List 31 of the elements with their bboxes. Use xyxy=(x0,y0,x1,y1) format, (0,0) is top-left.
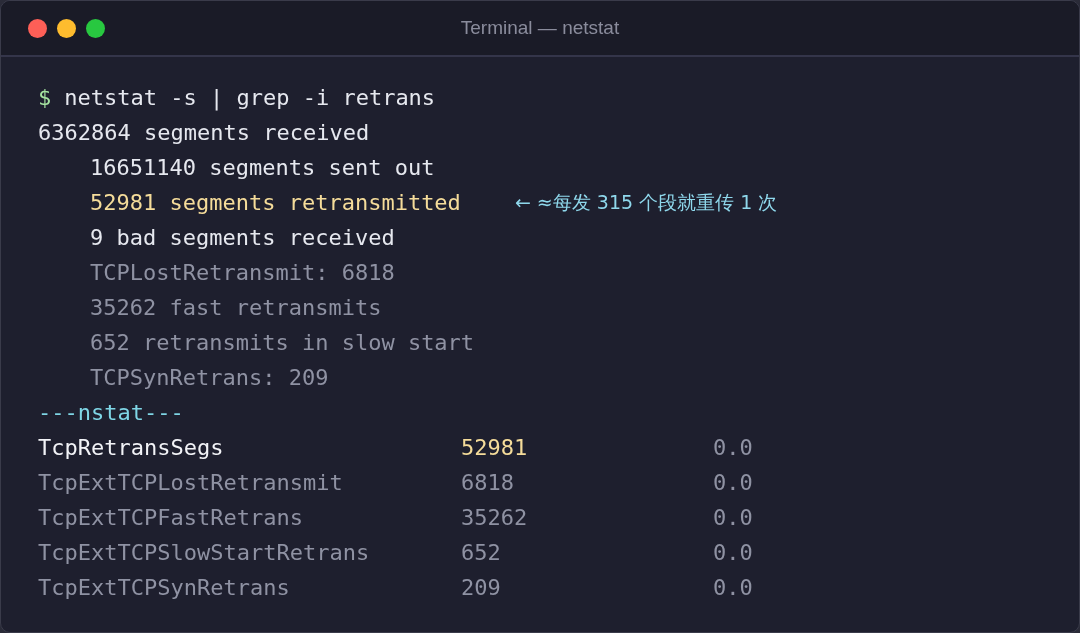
stat-rate: 0.0 xyxy=(713,504,753,532)
output-line: 9 bad segments received xyxy=(90,224,395,252)
zoom-button[interactable] xyxy=(86,18,105,38)
output-line: 652 retransmits in slow start xyxy=(90,329,475,357)
command-text: netstat -s | grep -i retrans xyxy=(64,84,436,113)
output-line: TCPSynRetrans: 209 xyxy=(90,364,329,392)
stat-value: 652 xyxy=(461,539,502,567)
minimize-button[interactable] xyxy=(57,18,76,38)
section-header: ---nstat--- xyxy=(38,399,184,427)
window-title: Terminal — netstat xyxy=(460,15,620,40)
output-line: TCPLostRetransmit: 6818 xyxy=(90,259,395,287)
output-line: 6362864 segments received xyxy=(38,119,370,147)
stat-name: TcpExtTCPFastRetrans xyxy=(38,504,304,532)
stat-name: TcpRetransSegs xyxy=(38,434,225,462)
stat-name: TcpExtTCPLostRetransmit xyxy=(38,469,344,497)
annotation: ← ≈每发 315 个段就重传 1 次 xyxy=(514,190,778,215)
output-line: 16651140 segments sent out xyxy=(90,154,435,182)
output-line: 35262 fast retransmits xyxy=(90,294,382,322)
prompt-symbol: $ xyxy=(38,84,52,112)
stat-value: 52981 xyxy=(461,434,529,462)
stat-name: TcpExtTCPSynRetrans xyxy=(38,574,291,602)
stat-value: 209 xyxy=(461,574,502,602)
stat-rate: 0.0 xyxy=(713,574,753,602)
output-line: 52981 segments retransmitted xyxy=(90,189,461,217)
stat-rate: 0.0 xyxy=(713,469,753,497)
stat-rate: 0.0 xyxy=(713,539,753,567)
close-button[interactable] xyxy=(28,18,47,38)
stat-value: 6818 xyxy=(461,469,515,497)
stat-rate: 0.0 xyxy=(713,434,753,462)
stat-name: TcpExtTCPSlowStartRetrans xyxy=(38,539,371,567)
stat-value: 35262 xyxy=(461,504,529,532)
